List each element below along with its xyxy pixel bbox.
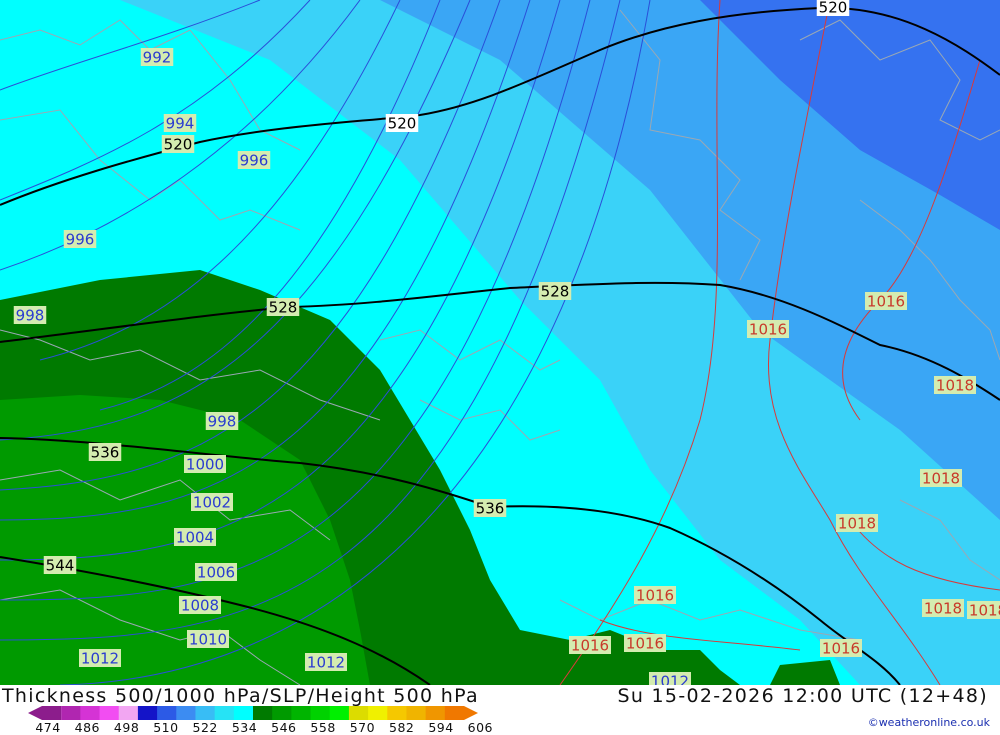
height-label-0: 520 bbox=[385, 114, 419, 133]
height-label-7: 544 bbox=[43, 556, 77, 575]
slp-label-red-6: 1018 bbox=[934, 376, 976, 395]
colorbar-swatch-8 bbox=[195, 706, 216, 720]
svg-text:1006: 1006 bbox=[197, 564, 235, 582]
colorbar-swatch-0 bbox=[28, 706, 62, 720]
svg-text:998: 998 bbox=[208, 413, 237, 431]
slp-label-blue-11: 1010 bbox=[187, 630, 229, 649]
colorbar-swatch-4 bbox=[118, 706, 139, 720]
colorbar-swatch-5 bbox=[137, 706, 158, 720]
slp-label-blue-10: 1008 bbox=[179, 596, 221, 615]
credit-link[interactable]: ©weatheronline.co.uk bbox=[868, 716, 990, 729]
slp-label-blue-6: 1000 bbox=[184, 455, 226, 474]
colorbar-swatch-15 bbox=[329, 706, 350, 720]
height-label-1: 520 bbox=[816, 0, 850, 17]
svg-text:1018: 1018 bbox=[924, 600, 962, 618]
slp-label-red-7: 1018 bbox=[920, 469, 962, 488]
svg-text:1002: 1002 bbox=[193, 494, 231, 512]
svg-text:992: 992 bbox=[143, 49, 172, 67]
slp-label-red-5: 1016 bbox=[865, 292, 907, 311]
svg-text:996: 996 bbox=[240, 152, 269, 170]
colorbar-swatch-9 bbox=[214, 706, 235, 720]
svg-text:1016: 1016 bbox=[571, 637, 609, 655]
slp-label-red-4: 1016 bbox=[820, 639, 862, 658]
colorbar-ticks: 474 486 498 510 522 534 546 558 570 582 594 606 bbox=[0, 720, 520, 735]
slp-label-blue-9: 1006 bbox=[195, 563, 237, 582]
svg-text:994: 994 bbox=[166, 115, 195, 133]
svg-text:1012: 1012 bbox=[81, 650, 119, 668]
colorbar-swatch-16 bbox=[348, 706, 369, 720]
colorbar-swatch-18 bbox=[387, 706, 407, 720]
svg-text:520: 520 bbox=[164, 136, 193, 154]
slp-label-red-8: 1018 bbox=[836, 514, 878, 533]
map-datetime: Su 15-02-2026 12:00 UTC (12+48) bbox=[617, 685, 988, 707]
height-label-4: 528 bbox=[538, 282, 572, 301]
slp-label-blue-13: 1012 bbox=[305, 653, 347, 672]
svg-text:1016: 1016 bbox=[749, 321, 787, 339]
height-label-3: 528 bbox=[266, 298, 300, 317]
svg-text:528: 528 bbox=[541, 283, 570, 301]
slp-label-blue-2: 996 bbox=[237, 151, 271, 170]
colorbar-legend bbox=[28, 706, 478, 720]
svg-text:1016: 1016 bbox=[626, 635, 664, 653]
slp-label-red-2: 1016 bbox=[569, 636, 611, 655]
svg-text:998: 998 bbox=[16, 307, 45, 325]
svg-text:536: 536 bbox=[476, 500, 505, 518]
svg-text:1016: 1016 bbox=[822, 640, 860, 658]
colorbar-swatch-10 bbox=[233, 706, 254, 720]
svg-text:1018: 1018 bbox=[838, 515, 876, 533]
svg-text:544: 544 bbox=[46, 557, 75, 575]
height-label-6: 536 bbox=[473, 499, 507, 518]
svg-text:520: 520 bbox=[819, 0, 848, 17]
slp-label-blue-5: 998 bbox=[205, 412, 239, 431]
colorbar-swatch-20 bbox=[425, 706, 446, 720]
map-footer: Thickness 500/1000 hPa/SLP/Height 500 hP… bbox=[0, 685, 1000, 735]
slp-label-red-3: 1016 bbox=[624, 634, 666, 653]
height-label-5: 536 bbox=[88, 443, 122, 462]
colorbar-swatch-19 bbox=[406, 706, 427, 720]
slp-label-blue-0: 992 bbox=[140, 48, 174, 67]
svg-text:1016: 1016 bbox=[636, 587, 674, 605]
thickness-fill bbox=[0, 0, 1000, 685]
colorbar-swatch-17 bbox=[368, 706, 388, 720]
slp-label-blue-4: 998 bbox=[13, 306, 47, 325]
svg-text:1018: 1018 bbox=[936, 377, 974, 395]
svg-text:1008: 1008 bbox=[181, 597, 219, 615]
colorbar-swatch-2 bbox=[80, 706, 101, 720]
slp-label-red-9: 1018 bbox=[922, 599, 964, 618]
colorbar-swatch-1 bbox=[61, 706, 81, 720]
slp-label-blue-7: 1002 bbox=[191, 493, 233, 512]
height-label-2: 520 bbox=[161, 135, 195, 154]
svg-text:528: 528 bbox=[269, 299, 298, 317]
slp-label-blue-14: 1012 bbox=[649, 672, 691, 685]
colorbar-swatch-13 bbox=[291, 706, 312, 720]
slp-label-blue-1: 994 bbox=[163, 114, 197, 133]
svg-text:1010: 1010 bbox=[189, 631, 227, 649]
colorbar-swatch-14 bbox=[310, 706, 331, 720]
svg-text:520: 520 bbox=[388, 115, 417, 133]
slp-label-red-0: 1016 bbox=[747, 320, 789, 339]
svg-text:996: 996 bbox=[66, 231, 95, 249]
slp-label-blue-8: 1004 bbox=[174, 528, 216, 547]
colorbar-swatch-3 bbox=[99, 706, 120, 720]
svg-text:1000: 1000 bbox=[186, 456, 224, 474]
colorbar-swatch-21 bbox=[444, 706, 478, 720]
svg-text:1012: 1012 bbox=[651, 673, 689, 686]
slp-label-blue-12: 1012 bbox=[79, 649, 121, 668]
svg-text:1004: 1004 bbox=[176, 529, 214, 547]
colorbar-swatch-6 bbox=[157, 706, 177, 720]
slp-label-red-10: 1018 bbox=[967, 601, 1000, 620]
svg-text:1018: 1018 bbox=[969, 602, 1000, 620]
colorbar-swatch-11 bbox=[253, 706, 273, 720]
svg-text:1012: 1012 bbox=[307, 654, 345, 672]
svg-text:1016: 1016 bbox=[867, 293, 905, 311]
svg-text:1018: 1018 bbox=[922, 470, 960, 488]
slp-label-blue-3: 996 bbox=[63, 230, 97, 249]
colorbar-swatch-7 bbox=[176, 706, 196, 720]
svg-text:536: 536 bbox=[91, 444, 120, 462]
slp-label-red-1: 1016 bbox=[634, 586, 676, 605]
colorbar-swatch-12 bbox=[272, 706, 292, 720]
map-title: Thickness 500/1000 hPa/SLP/Height 500 hP… bbox=[2, 685, 479, 707]
thickness-map: 992 994 996 996 998 998 1000 1002 1004 1006 1008 10… bbox=[0, 0, 1000, 685]
